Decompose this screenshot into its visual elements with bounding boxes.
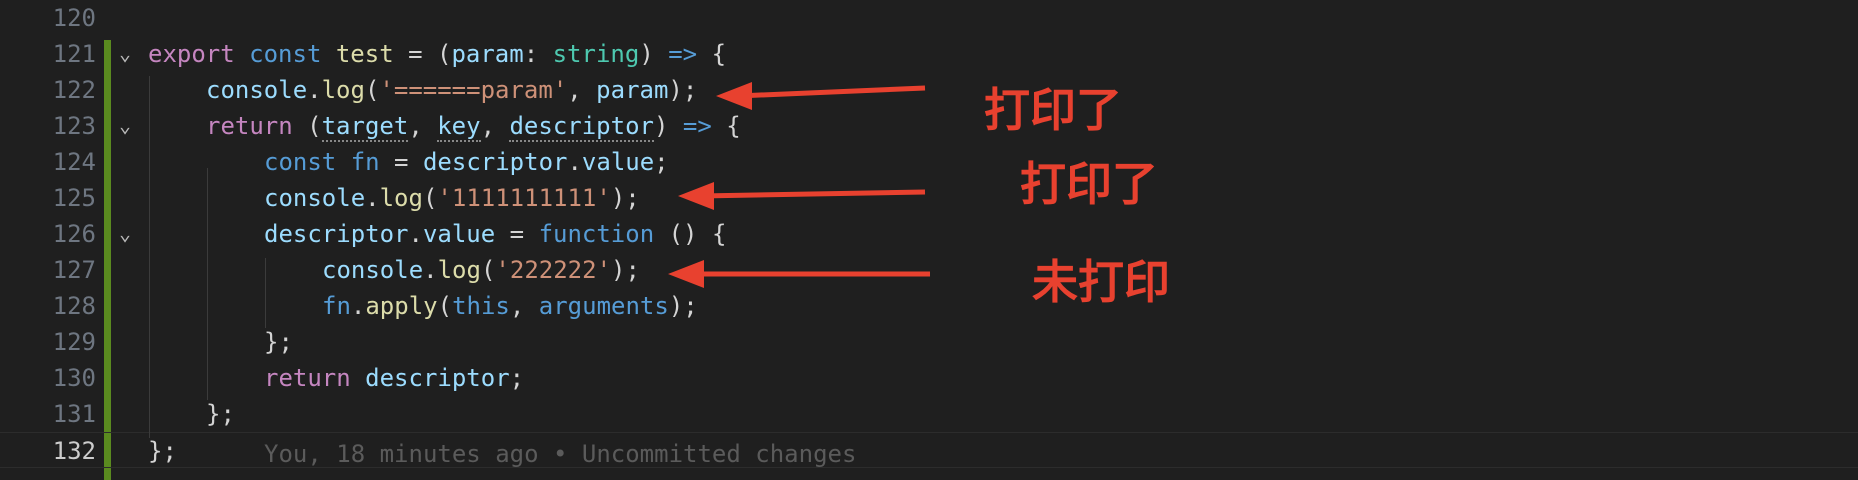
annotation-arrows	[668, 82, 930, 288]
annotation-note-printed-2: 打印了	[1020, 157, 1158, 211]
arrow-1	[716, 82, 926, 110]
annotation-note-not-printed: 未打印	[1032, 255, 1170, 309]
code-editor[interactable]: 120 121 ⌄ export const test = (param: strin…	[0, 0, 1858, 480]
arrow-3	[668, 260, 930, 288]
arrow-2	[678, 182, 926, 210]
annotation-note-printed-1: 打印了	[984, 83, 1122, 137]
